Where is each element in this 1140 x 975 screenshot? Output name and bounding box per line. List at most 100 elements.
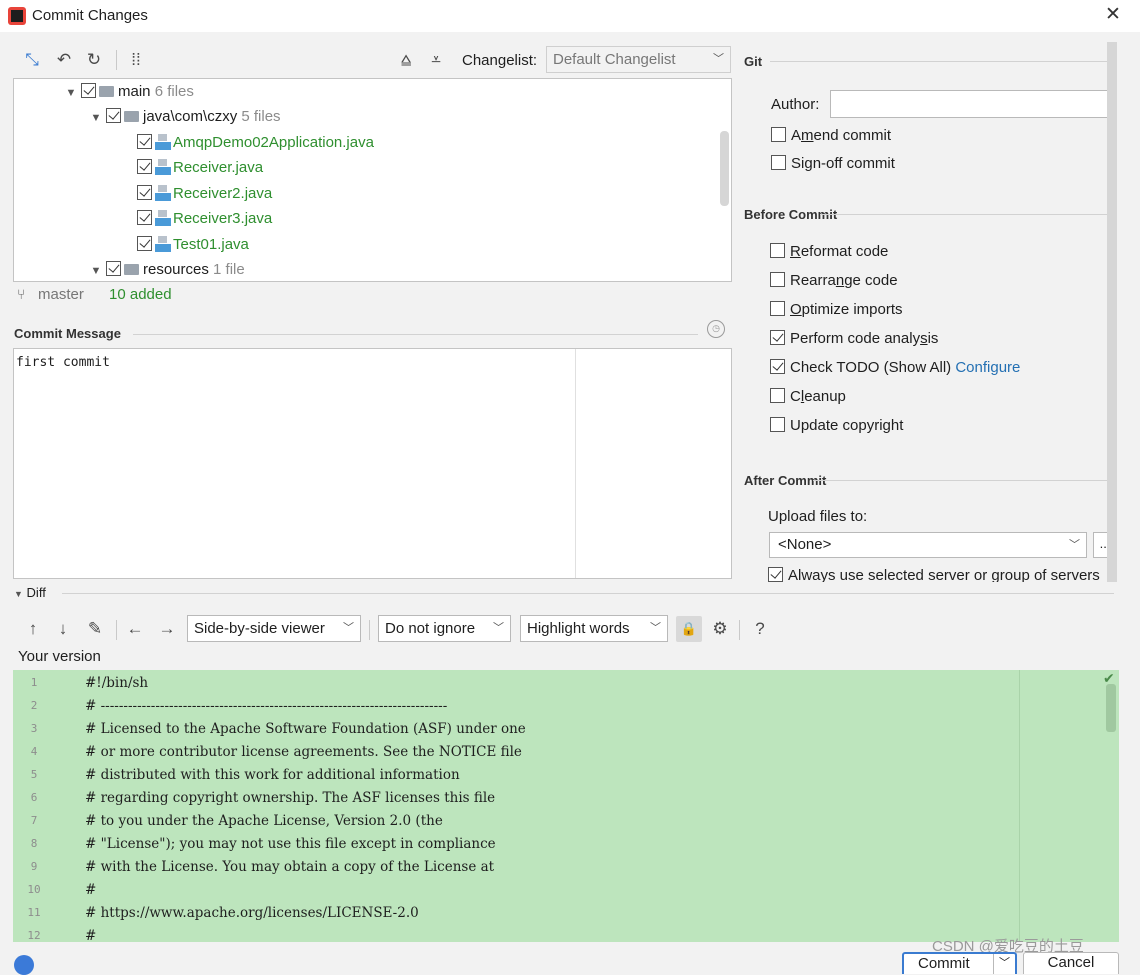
commit-button[interactable]: Commit ﹀ (902, 952, 1017, 974)
show-diff-icon[interactable]: ⤡ (20, 48, 44, 72)
tree-row-file[interactable]: AmqpDemo02Application.java (134, 130, 374, 155)
tree-row-count: 1 file (213, 261, 245, 278)
optimize-imports-checkbox[interactable] (770, 301, 785, 316)
options-scrollbar[interactable] (1107, 42, 1117, 582)
code-line: #!/bin/sh (85, 675, 149, 691)
code-analysis-option[interactable]: Perform code analysis (770, 330, 938, 348)
lock-icon[interactable]: 🔒 (676, 616, 702, 642)
code-line: # https://www.apache.org/licenses/LICENS… (85, 905, 419, 921)
chevron-down-icon: ﹀ (650, 622, 661, 634)
viewer-mode-select[interactable]: Side-by-side viewer ﹀ (187, 615, 361, 642)
cleanup-option[interactable]: Cleanup (770, 388, 846, 406)
tree-checkbox[interactable] (106, 108, 121, 123)
tree-row-file[interactable]: Receiver2.java (134, 181, 272, 206)
changes-tree[interactable]: ▼ main 6 files ▼ java\com\czxy 5 files Amq… (13, 78, 732, 282)
tree-row-file[interactable]: Test01.java (134, 232, 249, 257)
tree-checkbox[interactable] (137, 210, 152, 225)
tree-checkbox[interactable] (137, 159, 152, 174)
diff-toggle[interactable]: ▼ Diff (14, 585, 46, 600)
help-icon[interactable]: ? (748, 617, 772, 641)
refresh-icon[interactable]: ↻ (82, 48, 106, 72)
rollback-icon[interactable]: ↶ (52, 48, 76, 72)
chevron-down-icon: ﹀ (343, 622, 354, 634)
configure-link[interactable]: Configure (955, 359, 1020, 376)
always-use-server-option[interactable]: Always use selected server or group of s… (768, 567, 1100, 582)
amend-commit-checkbox[interactable] (771, 127, 786, 142)
author-input[interactable] (830, 90, 1115, 118)
tree-row-resources[interactable]: ▼ resources 1 file (89, 257, 245, 281)
check-todo-option[interactable]: Check TODO (Show All) Configure (770, 359, 1020, 377)
cleanup-checkbox[interactable] (770, 388, 785, 403)
diff-code-view[interactable]: 1 #!/bin/sh 2 # ------------------------… (13, 670, 1119, 942)
chevron-down-icon[interactable]: ▼ (89, 259, 103, 281)
help-button[interactable] (14, 955, 34, 975)
tree-row-file[interactable]: Receiver3.java (134, 206, 272, 231)
chevron-down-icon[interactable]: ﹀ (993, 954, 1015, 974)
changelist-select[interactable]: Default Changelist ﹀ (546, 46, 731, 73)
code-line: # to you under the Apache License, Versi… (85, 813, 443, 829)
folder-icon (99, 86, 114, 97)
close-button[interactable]: ✕ (1101, 3, 1125, 27)
tree-row-label: java\com\czxy (143, 108, 238, 125)
tree-checkbox[interactable] (106, 261, 121, 276)
check-todo-checkbox[interactable] (770, 359, 785, 374)
java-file-icon (155, 159, 171, 175)
rearrange-code-checkbox[interactable] (770, 272, 785, 287)
line-number: 12 (27, 929, 41, 942)
diff-section-title: Diff (26, 585, 46, 600)
upload-server-value: <None> (778, 536, 832, 553)
chevron-down-icon[interactable]: ▼ (89, 106, 103, 131)
branch-name: master (38, 286, 84, 303)
tree-checkbox[interactable] (137, 185, 152, 200)
always-use-server-checkbox[interactable] (768, 567, 783, 582)
code-analysis-checkbox[interactable] (770, 330, 785, 345)
commit-message-input[interactable]: first commit (13, 348, 732, 579)
update-copyright-checkbox[interactable] (770, 417, 785, 432)
tree-checkbox[interactable] (137, 134, 152, 149)
tree-row-file[interactable]: Receiver.java (134, 155, 263, 180)
upload-server-select[interactable]: <None> ﹀ (769, 532, 1087, 558)
code-line: # --------------------------------------… (85, 698, 448, 714)
update-copyright-option[interactable]: Update copyright (770, 417, 903, 435)
toolbar-separator (739, 620, 740, 640)
amend-commit-option[interactable]: Amend commit (771, 127, 891, 145)
tree-checkbox[interactable] (81, 83, 96, 98)
cancel-button[interactable]: Cancel (1023, 952, 1119, 974)
code-line: # distributed with this work for additio… (85, 767, 460, 783)
chevron-down-icon: ﹀ (1069, 539, 1080, 551)
next-difference-icon[interactable]: ↓ (51, 617, 75, 641)
line-number: 9 (30, 860, 38, 873)
previous-file-icon[interactable]: ← (123, 617, 147, 641)
author-label: Author: (771, 96, 820, 113)
reformat-code-option[interactable]: Reformat code (770, 243, 888, 261)
tree-row-main[interactable]: ▼ main 6 files (64, 79, 194, 104)
ignore-policy-select[interactable]: Do not ignore ﹀ (378, 615, 511, 642)
code-scrollbar[interactable] (1106, 684, 1116, 732)
line-number: 7 (30, 814, 38, 827)
collapse-all-icon[interactable]: ⩡ (424, 48, 448, 72)
reformat-code-checkbox[interactable] (770, 243, 785, 258)
tree-scrollbar[interactable] (720, 131, 729, 206)
group-by-icon[interactable]: ⁞⁞ (124, 48, 148, 72)
chevron-down-icon: ﹀ (493, 622, 504, 634)
line-number: 10 (27, 883, 41, 896)
clock-icon[interactable]: ◷ (707, 320, 725, 338)
tree-checkbox[interactable] (137, 236, 152, 251)
toolbar-separator (369, 620, 370, 640)
edit-source-icon[interactable]: ✎ (83, 617, 107, 641)
gear-icon[interactable]: ⚙ (708, 617, 732, 641)
tree-row-java[interactable]: ▼ java\com\czxy 5 files (89, 104, 281, 129)
expand-all-icon[interactable]: ⩠ (394, 48, 418, 72)
your-version-label: Your version (18, 648, 101, 665)
line-number: 4 (30, 745, 38, 758)
branch-icon: ⑂ (17, 286, 26, 302)
highlight-policy-select[interactable]: Highlight words ﹀ (520, 615, 668, 642)
previous-difference-icon[interactable]: ↑ (21, 617, 45, 641)
signoff-commit-checkbox[interactable] (771, 155, 786, 170)
optimize-imports-option[interactable]: Optimize imports (770, 301, 903, 319)
rearrange-code-option[interactable]: Rearrange code (770, 272, 898, 290)
signoff-commit-option[interactable]: Sign-off commit (771, 155, 895, 173)
next-file-icon[interactable]: → (155, 617, 179, 641)
section-divider (133, 334, 698, 335)
chevron-down-icon[interactable]: ▼ (64, 81, 78, 106)
